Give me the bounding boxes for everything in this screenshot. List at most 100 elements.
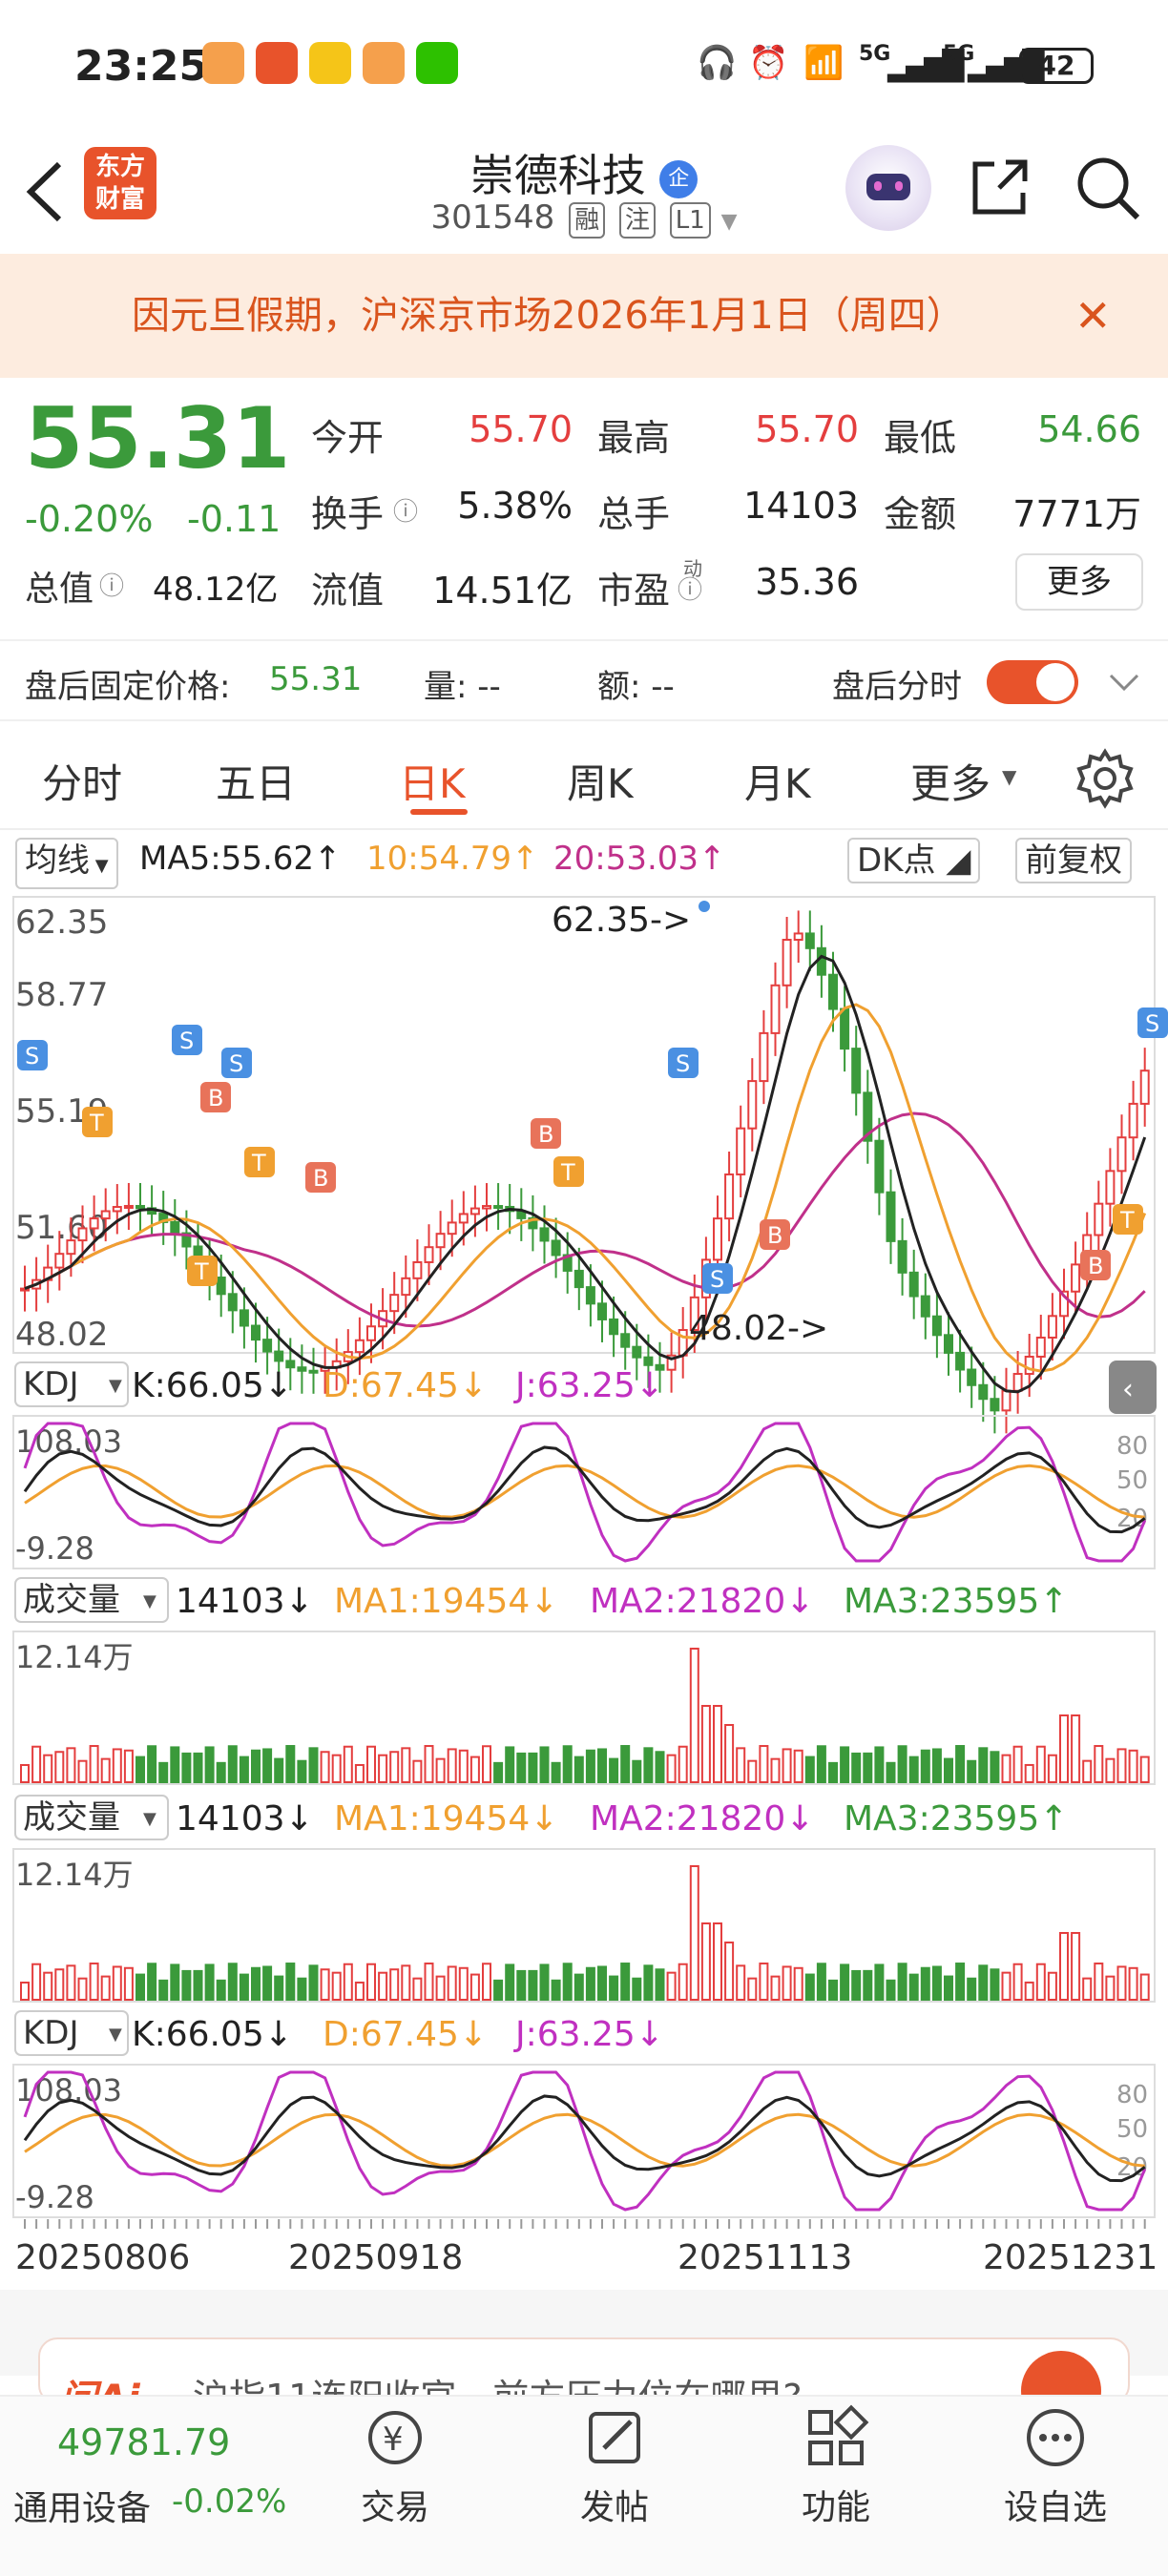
info-icon[interactable]: ⓘ <box>99 567 124 602</box>
nav-post[interactable]: 发帖 <box>538 2404 691 2529</box>
volume-bar <box>793 1749 803 1783</box>
info-icon[interactable]: ⓘ <box>393 492 418 528</box>
tab-more[interactable]: 更多 <box>910 752 991 810</box>
volume-bar <box>782 1965 792 2002</box>
holiday-notice[interactable]: 因元旦假期，沪深京市场2026年1月1日（周四） ✕ <box>0 254 1168 378</box>
volume-bar <box>354 1763 365 1783</box>
trade-marker: B <box>200 1082 231 1112</box>
volume-bar <box>77 1977 88 2001</box>
stock-code-row[interactable]: 301548 融 注 L1 ▼ <box>0 198 1168 239</box>
volume-bar <box>66 1747 76 1784</box>
volume-bar <box>435 1757 446 1784</box>
volume-bar <box>816 1963 826 2001</box>
candle <box>908 1271 919 1298</box>
volume-bar <box>840 1963 850 2001</box>
volume-bar <box>782 1748 792 1784</box>
candle <box>782 938 792 987</box>
kline-chart-area[interactable]: 62.35 58.77 55.19 51.60 48.02 62.35-> 48… <box>0 887 1168 2376</box>
volume-bar <box>297 1977 307 2001</box>
volume-bar <box>354 1981 365 2001</box>
stock-title: 崇德科技 企 <box>0 141 1168 204</box>
volume-bar <box>482 1745 491 1784</box>
trade-marker: B <box>760 1219 790 1250</box>
candle <box>931 1315 942 1337</box>
candle <box>1094 1202 1104 1236</box>
volume-bar <box>666 1971 677 2002</box>
svg-text:B: B <box>538 1121 553 1148</box>
low-annotation: 48.02-> <box>689 1309 828 1348</box>
tag-level: L1 <box>669 202 711 239</box>
svg-text:S: S <box>229 1050 243 1077</box>
candle <box>632 1345 642 1359</box>
vol1-selector: 成交量 <box>23 1581 120 1619</box>
chevron-down-icon[interactable] <box>1107 668 1141 696</box>
index-value[interactable]: 49781.79 <box>57 2421 230 2463</box>
trade-marker: S <box>702 1263 733 1294</box>
index-name[interactable]: 通用设备 <box>13 2481 151 2530</box>
tab-monthly-k[interactable]: 月K <box>744 752 811 810</box>
volume-bar <box>1116 1748 1127 1783</box>
turnover-label: 换手 <box>311 493 385 535</box>
dk-point-button[interactable]: DK点 ◢ <box>847 838 981 883</box>
more-button[interactable]: 更多 <box>1015 553 1143 611</box>
candle <box>1024 1355 1034 1376</box>
volume-bar <box>1082 1759 1093 1784</box>
candle <box>620 1333 631 1348</box>
tab-intraday[interactable]: 分时 <box>42 752 122 810</box>
candle <box>747 1080 758 1130</box>
tab-daily-k[interactable]: 日K <box>399 752 466 810</box>
volume-bar <box>678 1745 688 1784</box>
tab-five-day[interactable]: 五日 <box>216 752 296 810</box>
candle <box>227 1293 238 1312</box>
nav-functions[interactable]: 功能 <box>760 2404 912 2529</box>
kdj2-d: D:67.45↓ <box>323 2015 488 2054</box>
volume-bar <box>54 1751 65 1783</box>
volume-bar <box>1024 1763 1034 1783</box>
kline-ylabel: 58.77 <box>15 976 108 1014</box>
tag-margin: 融 <box>569 202 606 239</box>
more-dots-icon <box>1027 2409 1084 2466</box>
candle <box>724 1173 735 1220</box>
volume-bar <box>516 1969 527 2001</box>
open-label: 今开 <box>311 417 385 459</box>
candle <box>389 1294 400 1313</box>
volume-bar <box>736 1964 746 2002</box>
tab-weekly-k[interactable]: 周K <box>567 752 634 810</box>
trade-marker: B <box>531 1118 561 1149</box>
volume-bar <box>516 1752 527 1783</box>
svg-text:▼: ▼ <box>109 1376 122 1396</box>
kdj2-k: K:66.05↓ <box>132 2015 293 2054</box>
nav-add-watchlist[interactable]: 设自选 <box>979 2404 1132 2529</box>
app-notification-icon <box>202 42 244 84</box>
close-icon[interactable]: ✕ <box>1074 254 1112 378</box>
candle <box>424 1246 434 1263</box>
vol1-top-label: 12.14万 <box>15 1639 134 1675</box>
volume-bar <box>967 1759 977 1783</box>
volume-bar <box>1071 1714 1081 1783</box>
volume-bar <box>274 1975 284 2002</box>
ma-selector[interactable]: 均线 ▼ <box>15 838 118 889</box>
candle <box>262 1339 273 1353</box>
status-time: 23:25 <box>74 42 209 91</box>
volume-bar <box>759 1745 769 1783</box>
candle <box>1116 1136 1127 1173</box>
gear-icon[interactable] <box>1074 748 1136 809</box>
volume-bar <box>990 1968 1000 2002</box>
volume-bar <box>389 1968 400 2001</box>
nav-trade[interactable]: ¥ 交易 <box>319 2404 471 2529</box>
info-icon[interactable]: ⓘ <box>678 571 702 606</box>
volume-bar <box>227 1963 238 2002</box>
after-hours-toggle[interactable] <box>987 660 1078 704</box>
adjust-button[interactable]: 前复权 <box>1015 838 1132 883</box>
volume-bar <box>990 1751 1000 1784</box>
change-pct: -0.20% <box>25 498 154 540</box>
candle <box>804 932 815 949</box>
candle <box>1128 1102 1138 1139</box>
volume-bar <box>620 1745 631 1784</box>
kdj1-j-line <box>23 1422 1147 1563</box>
volume-bar <box>700 1705 711 1783</box>
amount-label: 金额 <box>884 493 957 535</box>
date-label: 20251113 <box>678 2238 852 2277</box>
volume-bar <box>828 1979 838 2002</box>
volume-bar <box>1128 1749 1138 1784</box>
